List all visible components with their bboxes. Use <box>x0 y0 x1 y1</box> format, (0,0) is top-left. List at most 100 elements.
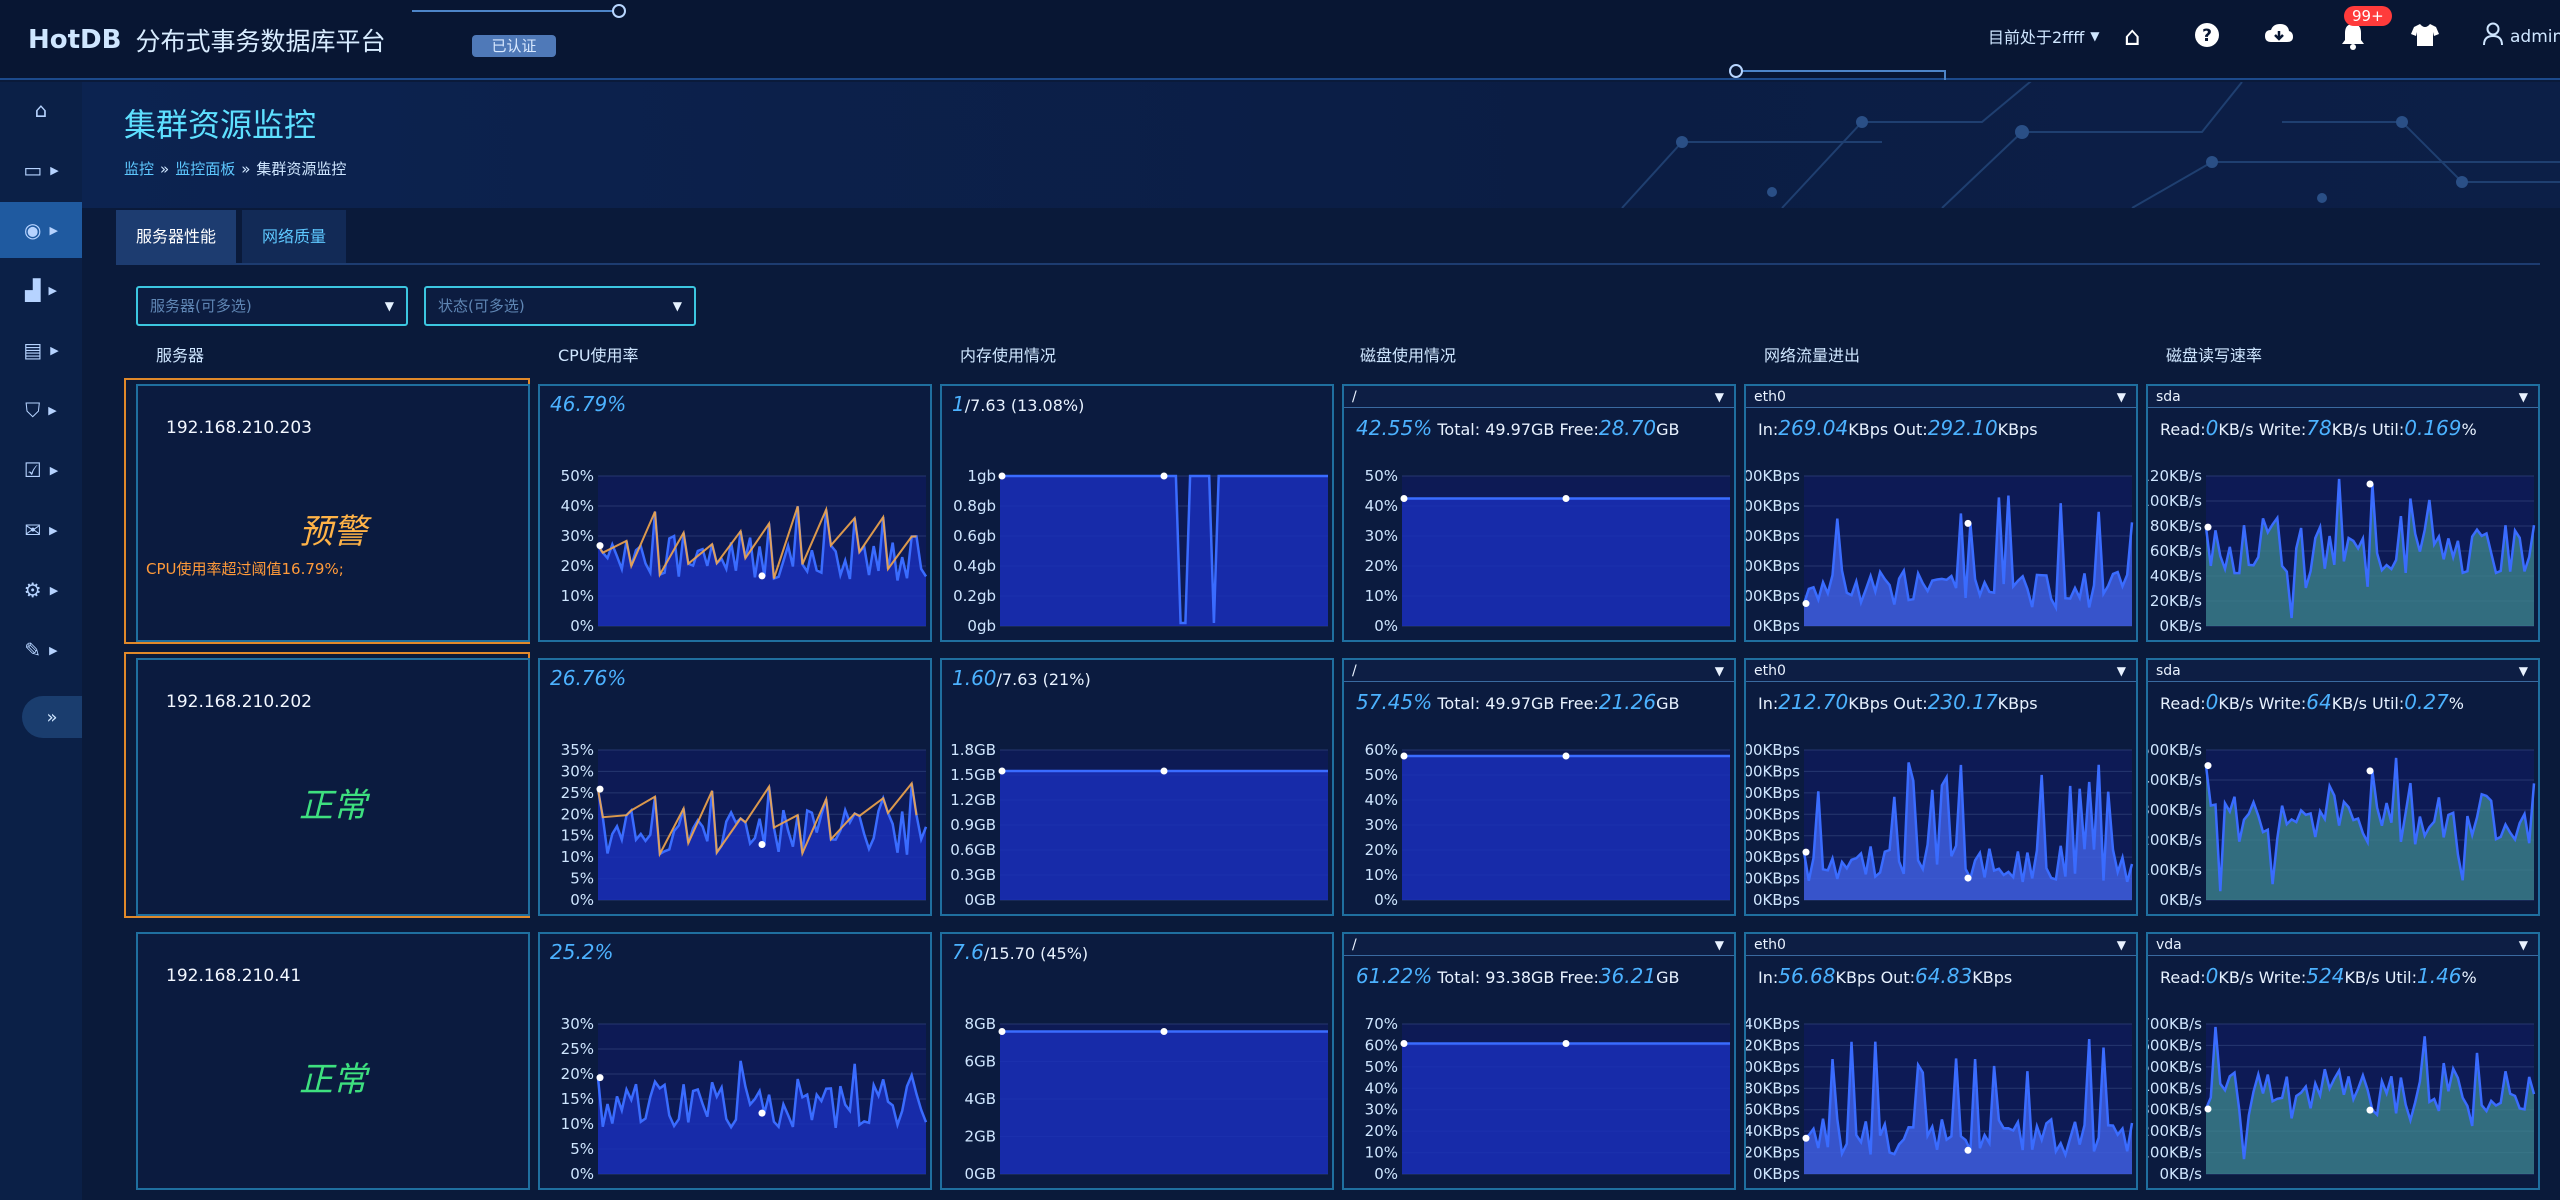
disk-io-panel[interactable]: 500KB/s400KB/s300KB/s200KB/s100KB/s0KB/s… <box>2146 658 2540 916</box>
mount-select[interactable]: / ▼ <box>1344 386 1734 408</box>
sidebar-check-item[interactable]: ☑ ▶ <box>0 442 82 498</box>
theme-shirt-icon[interactable] <box>2410 22 2440 55</box>
data-point[interactable] <box>1802 600 1810 608</box>
y-tick-label: 15% <box>561 1090 594 1108</box>
network-panel[interactable]: 700KBps 600KBps 500KBps 400KBps 300KBps 200KB… <box>1744 658 2138 916</box>
data-point[interactable] <box>2366 1106 2374 1114</box>
bell-icon[interactable] <box>2340 22 2366 57</box>
sidebar-shield-item[interactable]: ⛉ ▶ <box>0 382 82 438</box>
y-tick-label: 500KBps <box>1746 784 1800 802</box>
server-card[interactable]: 192.168.210.202 正常 <box>136 658 530 916</box>
memory-panel[interactable]: 8GB 6GB 4GB 2GB 0GB 7.6/15.70 (45%) <box>940 932 1334 1190</box>
data-point[interactable] <box>1964 874 1972 882</box>
sidebar-eye-item[interactable]: ◉ ▶ <box>0 202 82 258</box>
server-card[interactable]: 192.168.210.203 预警 CPU使用率超过阈值16.79%; <box>136 384 530 642</box>
data-point[interactable] <box>1964 519 1972 527</box>
y-tick-label: 20% <box>561 1065 594 1083</box>
sidebar-gear-item[interactable]: ⚙ ▶ <box>0 562 82 618</box>
y-tick-label: 20KB/s <box>2150 592 2202 610</box>
app-title: 分布式事务数据库平台 <box>135 27 386 56</box>
chevron-down-icon: ▼ <box>2090 29 2100 43</box>
server-filter-placeholder: 服务器(可多选) <box>150 297 252 315</box>
network-panel[interactable]: 140KBps 120KBps 100KBps 80KBps 60KBps 40KBps 2… <box>1744 932 2138 1190</box>
interface-select[interactable]: eth0 ▼ <box>1746 934 2136 956</box>
interface-select[interactable]: eth0 ▼ <box>1746 660 2136 682</box>
cpu-panel[interactable]: 50% 40% 30% 20% 10% 0% 46.79% <box>538 384 932 642</box>
cpu-panel[interactable]: 35% 30% 25% 20% 15% 10% 5% 0% 26.76% <box>538 658 932 916</box>
page-title: 集群资源监控 <box>124 106 317 144</box>
data-point[interactable] <box>998 767 1006 775</box>
data-point[interactable] <box>758 572 766 580</box>
network-panel[interactable]: 500KBps 400KBps 300KBps 200KBps 100KBps 0KBps… <box>1744 384 2138 642</box>
cloud-download-icon[interactable] <box>2264 22 2294 55</box>
sidebar-database-item[interactable]: ▤ ▶ <box>0 322 82 378</box>
data-point[interactable] <box>758 1109 766 1117</box>
data-point[interactable] <box>998 1028 1006 1035</box>
memory-panel[interactable]: 1.8GB 1.5GB 1.2GB 0.9GB 0.6GB 0.3GB 0GB 1.60/7.… <box>940 658 1334 916</box>
area-fill <box>1402 756 1730 900</box>
sidebar-wrench-item[interactable]: ✎ ▶ <box>0 622 82 678</box>
server-card[interactable]: 192.168.210.41 正常 <box>136 932 530 1190</box>
net-in-unit: KBps Out: <box>1848 420 1928 439</box>
breadcrumb-item[interactable]: 监控 <box>124 160 154 178</box>
y-tick-label: 200KBps <box>1746 557 1800 575</box>
cpu-panel[interactable]: 30% 25% 20% 15% 10% 5% 0% 25.2% <box>538 932 932 1190</box>
sidebar-chart-item[interactable]: ▟ ▶ <box>0 262 82 318</box>
help-icon[interactable]: ? <box>2194 22 2220 55</box>
data-point[interactable] <box>2366 767 2374 775</box>
y-tick-label: 0KBps <box>1753 617 1800 635</box>
sidebar-home-icon[interactable]: ⌂ <box>0 82 82 138</box>
data-point[interactable] <box>2204 523 2212 531</box>
data-point[interactable] <box>1160 767 1168 775</box>
mount-select[interactable]: / ▼ <box>1344 934 1734 956</box>
disk-panel[interactable]: 50% 40% 30% 20% 10% 0% / ▼ 42.55% Total: 49.97GB… <box>1342 384 1736 642</box>
device-select[interactable]: sda ▼ <box>2148 660 2538 682</box>
sidebar-mail-item[interactable]: ✉ ▶ <box>0 502 82 558</box>
data-point[interactable] <box>596 1074 604 1082</box>
disk-io-panel[interactable]: 120KB/s100KB/s80KB/s60KB/s40KB/s20KB/s0K… <box>2146 384 2540 642</box>
sidebar-monitor-item[interactable]: ▭ ▶ <box>0 142 82 198</box>
data-point[interactable] <box>596 542 604 550</box>
user-menu[interactable]: admin <box>2482 22 2560 52</box>
data-point[interactable] <box>2204 762 2212 770</box>
sidebar-collapse-button[interactable]: » <box>22 696 82 738</box>
y-tick-label: 50% <box>1365 1058 1398 1076</box>
data-point[interactable] <box>1562 1040 1570 1047</box>
tab-server-performance[interactable]: 服务器性能 <box>116 210 237 264</box>
memory-panel[interactable]: 1gb 0.8gb 0.6gb 0.4gb 0.2gb 0gb 1/7.63 (13.08%… <box>940 384 1334 642</box>
data-point[interactable] <box>596 785 604 793</box>
data-point[interactable] <box>1562 495 1570 502</box>
server-filter-select[interactable]: 服务器(可多选) ▼ <box>136 286 408 326</box>
data-point[interactable] <box>1400 495 1408 502</box>
disk-panel[interactable]: 70% 60% 50% 40% 30% 20% 10% 0% / ▼ 61.22% Total: 9… <box>1342 932 1736 1190</box>
y-tick-label: 0.2gb <box>953 587 996 605</box>
data-point[interactable] <box>1802 1134 1810 1142</box>
data-point[interactable] <box>998 472 1006 480</box>
data-point[interactable] <box>2204 1105 2212 1113</box>
data-point[interactable] <box>1160 1028 1168 1035</box>
data-point[interactable] <box>1160 472 1168 480</box>
device-select[interactable]: sda ▼ <box>2148 386 2538 408</box>
io-util: 0.169 <box>2404 416 2462 440</box>
location-dropdown[interactable]: 目前处于2ffff ▼ <box>1988 24 2099 48</box>
y-tick-label: 0GB <box>965 891 996 909</box>
mount-select[interactable]: / ▼ <box>1344 660 1734 682</box>
data-point[interactable] <box>758 841 766 849</box>
data-point[interactable] <box>1562 752 1570 760</box>
top-header: HotDB 分布式事务数据库平台 已认证 目前处于2ffff ▼ ⌂ ? 99+… <box>0 0 2560 80</box>
breadcrumb-item[interactable]: 监控面板 <box>175 160 235 178</box>
logo[interactable]: HotDB 分布式事务数据库平台 <box>28 22 385 58</box>
data-point[interactable] <box>1400 1040 1408 1047</box>
disk-io-panel[interactable]: 700KB/s 600KB/s 500KB/s 400KB/s 300KB/s 200KB… <box>2146 932 2540 1190</box>
home-icon[interactable]: ⌂ <box>2124 22 2141 52</box>
data-point[interactable] <box>1400 752 1408 760</box>
data-point[interactable] <box>1964 1146 1972 1154</box>
data-point[interactable] <box>2366 480 2374 488</box>
state-filter-select[interactable]: 状态(可多选) ▼ <box>424 286 696 326</box>
wrench-icon: ✎ <box>24 638 42 662</box>
disk-panel[interactable]: 60% 50% 40% 30% 20% 10% 0% / ▼ 57.45% Total: 49.9… <box>1342 658 1736 916</box>
interface-select[interactable]: eth0 ▼ <box>1746 386 2136 408</box>
tab-network-quality[interactable]: 网络质量 <box>242 210 347 264</box>
device-select[interactable]: vda ▼ <box>2148 934 2538 956</box>
data-point[interactable] <box>1802 848 1810 856</box>
